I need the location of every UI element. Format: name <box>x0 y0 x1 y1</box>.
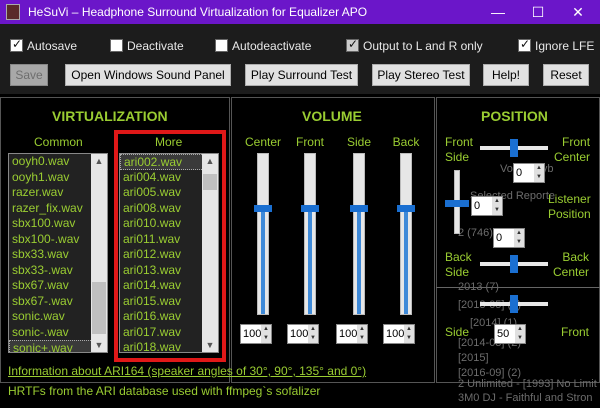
listener-thumb[interactable] <box>445 200 469 207</box>
ignore-lfe-label: Ignore LFE <box>535 39 595 53</box>
spinner-arrows-icon[interactable]: ▲ ▼ <box>492 197 502 215</box>
checkbox-box <box>215 39 228 52</box>
close-button[interactable]: ✕ <box>558 0 598 24</box>
side-front-spinner[interactable]: 50 ▲ ▼ <box>494 324 526 344</box>
spinner-arrows-icon[interactable]: ▲ ▼ <box>404 325 414 343</box>
ghost-text: 2 (746) <box>458 227 493 239</box>
highlight-box <box>114 130 226 362</box>
spinner-arrows-icon[interactable]: ▲ ▼ <box>308 325 318 343</box>
ari-info-link[interactable]: Information about ARI164 (speaker angles… <box>8 364 366 378</box>
virtualization-heading: VIRTUALIZATION <box>52 108 168 124</box>
spinner-value: 0 <box>496 232 503 244</box>
spinner-value: 100 <box>339 328 358 340</box>
volume-fill <box>404 210 408 314</box>
volume-center-spinner[interactable]: 100 ▲ ▼ <box>240 324 272 344</box>
back-side-spinner[interactable]: 0 ▲ ▼ <box>493 228 525 248</box>
front-center-label: Front Center <box>554 135 591 164</box>
deactivate-label: Deactivate <box>127 39 184 53</box>
window-title: HeSuVi – Headphone Surround Virtualizati… <box>28 5 368 19</box>
spinner-value: 50 <box>497 328 510 340</box>
front-side-label: Front Side <box>445 135 474 164</box>
volume-side-spinner[interactable]: 100 ▲ ▼ <box>336 324 368 344</box>
volume-side-thumb[interactable] <box>350 205 368 212</box>
minimize-button[interactable]: — <box>478 0 518 24</box>
autodeactivate-label: Autodeactivate <box>232 39 312 53</box>
position-divider <box>436 287 600 288</box>
volume-back-label: Back <box>392 135 420 149</box>
spinner-arrows-icon[interactable]: ▲ ▼ <box>261 325 271 343</box>
common-scrollbar[interactable]: ▲ ▼ <box>91 154 107 352</box>
volume-back-thumb[interactable] <box>397 205 415 212</box>
ghost-text: 3M0 DJ - Faithful and Stron <box>458 392 593 404</box>
play-stereo-test-button[interactable]: Play Stereo Test <box>372 64 470 86</box>
spinner-arrows-icon[interactable]: ▲ ▼ <box>515 325 525 343</box>
front-angle-thumb[interactable] <box>510 139 518 157</box>
app-icon <box>6 4 20 20</box>
volume-center-thumb[interactable] <box>254 205 272 212</box>
front-label: Front <box>561 325 590 339</box>
scroll-down-icon[interactable]: ▼ <box>91 338 107 352</box>
volume-heading: VOLUME <box>302 108 362 124</box>
volume-back-track[interactable] <box>400 153 412 315</box>
position-heading: POSITION <box>481 108 548 124</box>
spinner-arrows-icon[interactable]: ▲ ▼ <box>357 325 367 343</box>
ghost-text: [2015] <box>458 352 489 364</box>
spinner-arrows-icon[interactable]: ▲ ▼ <box>514 229 524 247</box>
volume-side-label: Side <box>346 135 372 149</box>
volume-side-track[interactable] <box>353 153 365 315</box>
volume-front-spinner[interactable]: 100 ▲ ▼ <box>287 324 319 344</box>
scroll-thumb[interactable] <box>92 282 106 334</box>
volume-back-spinner[interactable]: 100 ▲ ▼ <box>383 324 415 344</box>
scroll-up-icon[interactable]: ▲ <box>91 154 107 168</box>
side-label: Side <box>445 325 470 339</box>
volume-front-track[interactable] <box>304 153 316 315</box>
spinner-value: 0 <box>474 200 481 212</box>
save-button[interactable]: Save <box>10 64 48 86</box>
title-bar: HeSuVi – Headphone Surround Virtualizati… <box>0 0 600 24</box>
volume-fill <box>357 210 361 314</box>
checkbox-box <box>346 37 359 52</box>
volume-front-label: Front <box>295 135 324 149</box>
maximize-button[interactable]: ☐ <box>518 0 558 24</box>
ghost-text: 2 Unlimited - [1993] No Limit <box>458 378 597 390</box>
open-sound-panel-button[interactable]: Open Windows Sound Panel <box>65 64 231 86</box>
volume-center-track[interactable] <box>257 153 269 315</box>
reset-button[interactable]: Reset <box>543 64 589 86</box>
common-list[interactable]: ooyh0.wav ooyh1.wav razer.wav razer_fix.wav… <box>8 153 108 353</box>
toolbar: Autosave Deactivate Autodeactivate Outpu… <box>0 24 600 94</box>
spinner-value: 100 <box>243 328 262 340</box>
spinner-value: 0 <box>516 167 523 179</box>
common-label: Common <box>34 135 83 149</box>
hrtf-info-text: HRTFs from the ARI database used with ff… <box>8 384 321 398</box>
back-angle-thumb[interactable] <box>510 255 518 273</box>
back-side-label: Back Side <box>445 250 472 279</box>
side-angle-thumb[interactable] <box>510 295 518 313</box>
volume-fill <box>308 210 312 314</box>
listener-spinner[interactable]: 0 ▲ ▼ <box>471 196 503 216</box>
spinner-value: 100 <box>386 328 405 340</box>
checkbox-box <box>110 39 123 52</box>
volume-front-thumb[interactable] <box>301 205 319 212</box>
spinner-value: 100 <box>290 328 309 340</box>
play-surround-test-button[interactable]: Play Surround Test <box>245 64 358 86</box>
listener-position-label: Listener Position <box>548 192 591 221</box>
checkbox-box <box>518 37 531 52</box>
output-lr-label: Output to L and R only <box>363 39 483 53</box>
volume-center-label: Center <box>244 135 282 149</box>
checkbox-box <box>10 37 23 52</box>
spinner-arrows-icon[interactable]: ▲ ▼ <box>534 164 544 182</box>
volume-fill <box>261 210 265 314</box>
help-button[interactable]: Help! <box>483 64 529 86</box>
front-side-spinner[interactable]: 0 ▲ ▼ <box>513 163 545 183</box>
back-center-label: Back Center <box>553 250 590 279</box>
autosave-label: Autosave <box>27 39 78 53</box>
